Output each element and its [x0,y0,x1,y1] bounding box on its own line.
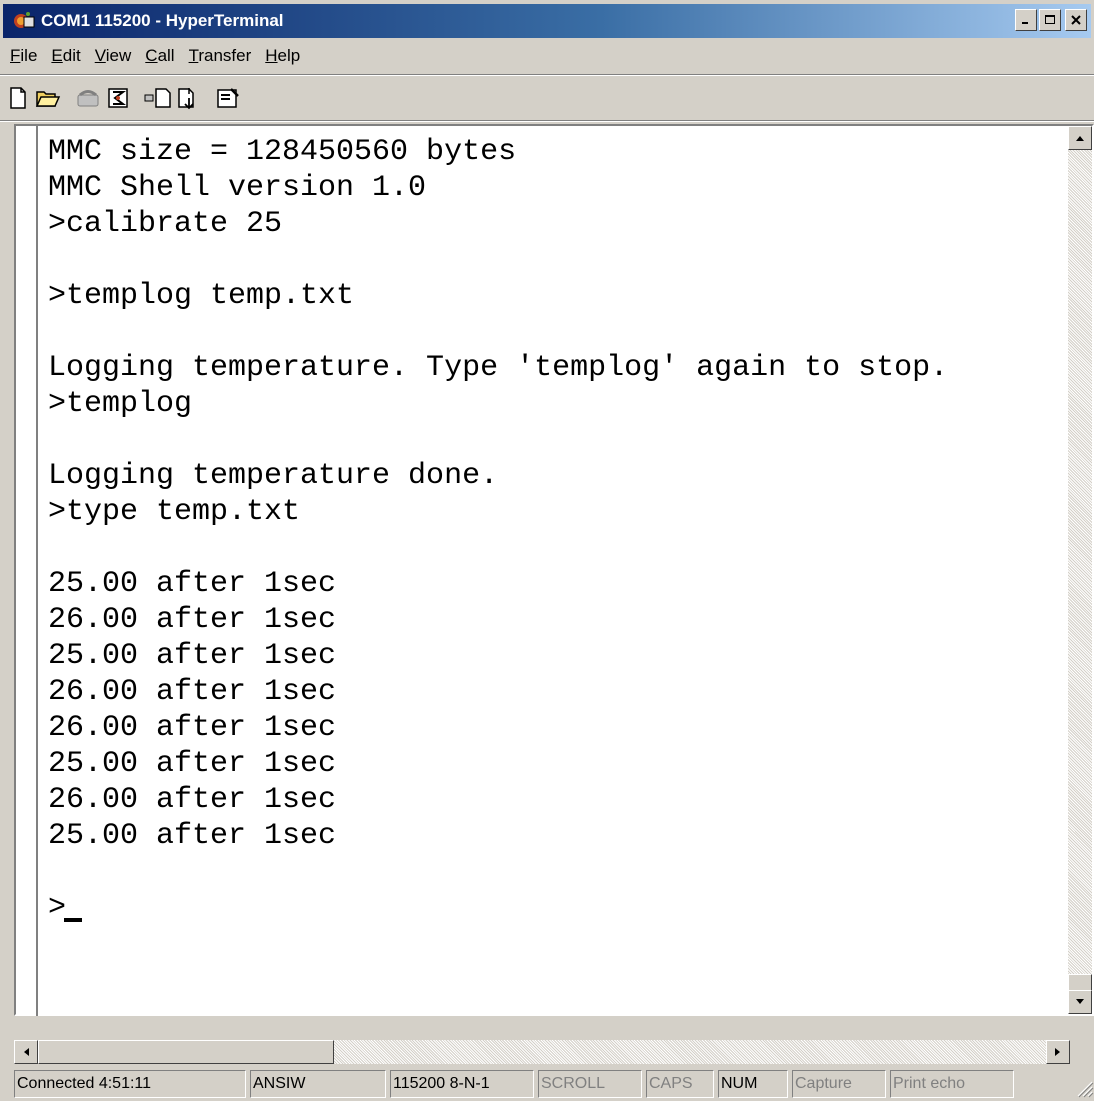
horizontal-scroll-thumb[interactable] [38,1040,334,1064]
terminal-line: 25.00 after 1sec [48,819,337,853]
window-title: COM1 115200 - HyperTerminal [41,11,284,30]
title-bar[interactable]: COM1 115200 - HyperTerminal [3,4,1091,38]
terminal-line: >type temp.txt [48,495,301,529]
receive-file-icon [178,88,194,110]
terminal-line: 26.00 after 1sec [48,711,337,745]
scroll-left-button[interactable] [14,1040,38,1064]
send-file-icon [144,88,171,108]
open-button[interactable] [33,83,63,113]
menu-bar: File Edit View Call Transfer Help [3,40,307,72]
scroll-down-button[interactable] [1068,990,1092,1014]
properties-icon [217,88,239,108]
new-connection-button[interactable] [3,83,33,113]
close-button[interactable] [1065,9,1087,31]
arrow-left-icon [24,1048,29,1056]
terminal-frame: MMC size = 128450560 bytes MMC Shell ver… [14,124,1094,1016]
menu-file[interactable]: File [3,40,44,72]
status-capture: Capture [792,1070,886,1098]
terminal-line: 26.00 after 1sec [48,675,337,709]
status-bar: Connected 4:51:11 ANSIW 115200 8-N-1 SCR… [14,1070,1094,1098]
hyperterminal-window: COM1 115200 - HyperTerminal File Edit Vi… [0,0,1094,1101]
status-connected: Connected 4:51:11 [14,1070,246,1098]
text-cursor [64,918,83,922]
terminal-line: 26.00 after 1sec [48,783,337,817]
terminal-prompt-line: > [48,890,1084,926]
receive-button[interactable] [173,83,203,113]
status-scroll: SCROLL [538,1070,642,1098]
close-icon [1071,15,1081,25]
terminal-line: >calibrate 25 [48,207,283,241]
terminal-line: MMC size = 128450560 bytes [48,135,517,169]
maximize-button[interactable] [1039,9,1061,31]
terminal-line: 25.00 after 1sec [48,567,337,601]
terminal-line: 25.00 after 1sec [48,747,337,781]
maximize-icon [1045,15,1055,24]
status-port-settings: 115200 8-N-1 [390,1070,534,1098]
terminal-line: 25.00 after 1sec [48,639,337,673]
properties-button[interactable] [213,83,243,113]
open-folder-icon [35,91,61,107]
menu-separator [0,74,1094,76]
scroll-right-button[interactable] [1046,1040,1070,1064]
arrow-right-icon [1055,1048,1060,1056]
menu-edit[interactable]: Edit [44,40,87,72]
terminal-line: MMC Shell version 1.0 [48,171,427,205]
status-emulation: ANSIW [250,1070,386,1098]
new-document-icon [10,87,26,109]
status-caps: CAPS [646,1070,714,1098]
arrow-down-icon [1076,999,1084,1004]
disconnect-icon [108,88,128,108]
status-num: NUM [718,1070,788,1098]
minimize-icon [1022,22,1028,24]
disconnect-button[interactable] [103,83,133,113]
arrow-up-icon [1076,136,1084,141]
menu-view[interactable]: View [88,40,139,72]
vertical-scrollbar[interactable] [1068,126,1092,1014]
menu-help[interactable]: Help [258,40,307,72]
menu-call[interactable]: Call [138,40,181,72]
scroll-up-button[interactable] [1068,126,1092,150]
toolbar [3,78,243,118]
terminal-screen[interactable]: MMC size = 128450560 bytes MMC Shell ver… [36,126,1084,1016]
toolbar-separator [0,120,1094,122]
connect-phone-icon [77,90,99,107]
call-button[interactable] [73,83,103,113]
menu-transfer[interactable]: Transfer [182,40,259,72]
resize-grip-icon[interactable] [1074,1078,1094,1098]
terminal-line: >templog [48,387,193,421]
terminal-line: >templog temp.txt [48,279,355,313]
horizontal-scrollbar[interactable] [14,1040,1070,1064]
send-button[interactable] [143,83,173,113]
terminal-line: Logging temperature done. [48,459,499,493]
status-print-echo: Print echo [890,1070,1014,1098]
terminal-line: 26.00 after 1sec [48,603,337,637]
minimize-button[interactable] [1015,9,1037,31]
hyperterminal-app-icon [14,12,35,28]
terminal-line: Logging temperature. Type 'templog' agai… [48,351,949,385]
